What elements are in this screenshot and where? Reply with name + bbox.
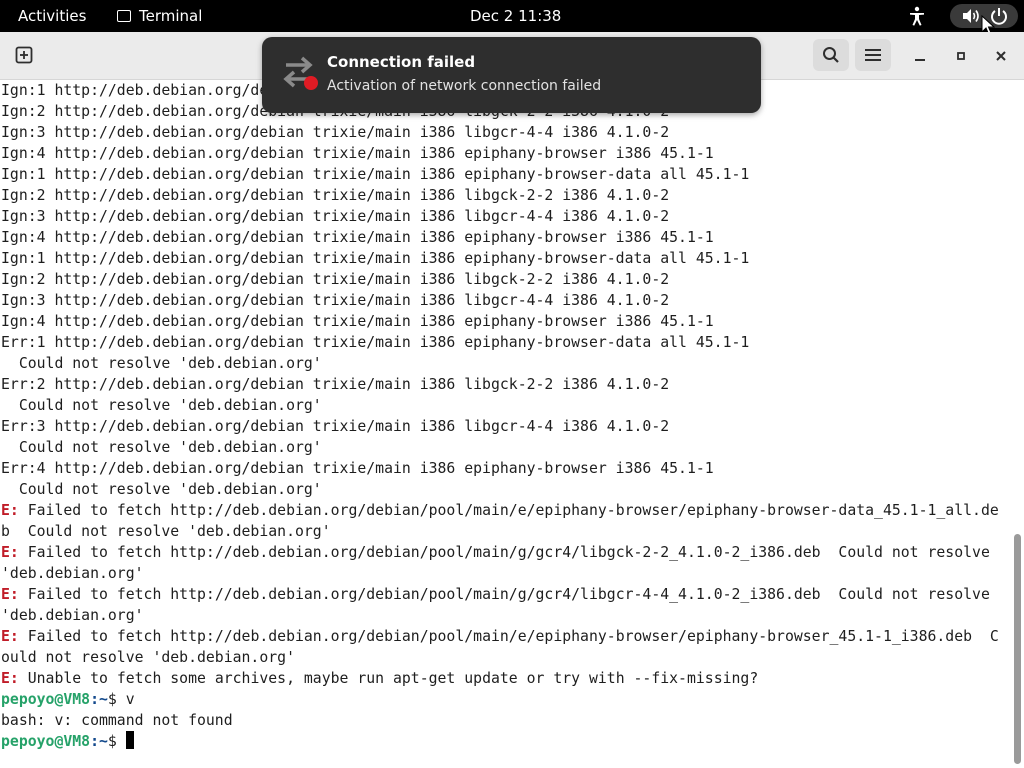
- terminal-line: pepoyo@VM8:~$ v: [1, 689, 999, 710]
- terminal-line: Err:1 http://deb.debian.org/debian trixi…: [1, 332, 999, 353]
- notification-body: Activation of network connection failed: [327, 78, 602, 94]
- top-bar: Activities Terminal Dec 2 11:38: [0, 0, 1024, 36]
- terminal-text: Could not resolve 'deb.debian.org': [1, 481, 322, 498]
- hamburger-menu-icon: [865, 49, 881, 61]
- terminal-text: Could not resolve 'deb.debian.org': [1, 355, 322, 372]
- terminal-text: Could not resolve 'deb.debian.org': [1, 439, 322, 456]
- terminal-text: Ign:4 http://deb.debian.org/debian trixi…: [1, 313, 714, 330]
- terminal-text: Err:3 http://deb.debian.org/debian trixi…: [1, 418, 670, 435]
- terminal-line: pepoyo@VM8:~$: [1, 731, 999, 752]
- terminal-text: Ign:3 http://deb.debian.org/debian trixi…: [1, 292, 670, 309]
- terminal-line: Could not resolve 'deb.debian.org': [1, 395, 999, 416]
- terminal-line: Err:2 http://deb.debian.org/debian trixi…: [1, 374, 999, 395]
- accessibility-icon[interactable]: [907, 5, 927, 27]
- activities-button[interactable]: Activities: [18, 7, 86, 25]
- prompt-user-host: pepoyo@VM8: [1, 691, 91, 708]
- network-error-icon: [283, 56, 318, 90]
- terminal-line: ould not resolve 'deb.debian.org': [1, 647, 999, 668]
- terminal-text: Err:2 http://deb.debian.org/debian trixi…: [1, 376, 670, 393]
- terminal-text: 'deb.debian.org': [1, 607, 144, 624]
- terminal-text: Ign:3 http://deb.debian.org/debian trixi…: [1, 124, 670, 141]
- minimize-button[interactable]: [906, 42, 934, 70]
- scrollbar-thumb[interactable]: [1014, 534, 1021, 764]
- error-prefix: E:: [1, 502, 19, 519]
- error-prefix: E:: [1, 586, 19, 603]
- terminal-text: Ign:1 http://deb.debian.org/debian trixi…: [1, 166, 750, 183]
- terminal-icon: [117, 10, 131, 22]
- terminal-text: Ign:2 http://deb.debian.org/debian trixi…: [1, 187, 670, 204]
- error-prefix: E:: [1, 544, 19, 561]
- new-tab-icon: [15, 46, 33, 64]
- volume-icon: [963, 9, 979, 23]
- terminal-line: Ign:4 http://deb.debian.org/debian trixi…: [1, 227, 999, 248]
- terminal-text: Ign:4 http://deb.debian.org/debian trixi…: [1, 145, 714, 162]
- terminal-line: 'deb.debian.org': [1, 563, 999, 584]
- prompt-user-host: pepoyo@VM8: [1, 733, 91, 750]
- terminal-text: Ign:4 http://deb.debian.org/debian trixi…: [1, 229, 714, 246]
- prompt-path: :~: [90, 733, 108, 750]
- terminal-text: 'deb.debian.org': [1, 565, 144, 582]
- terminal-line: b Could not resolve 'deb.debian.org': [1, 521, 999, 542]
- clock[interactable]: Dec 2 11:38: [470, 7, 561, 25]
- terminal-text: Err:4 http://deb.debian.org/debian trixi…: [1, 460, 714, 477]
- close-icon: [996, 51, 1006, 61]
- terminal-text: Unable to fetch some archives, maybe run…: [18, 670, 759, 687]
- terminal-line: E: Failed to fetch http://deb.debian.org…: [1, 584, 999, 605]
- terminal-line: E: Failed to fetch http://deb.debian.org…: [1, 626, 999, 647]
- terminal-text: Ign:1 http://deb.debian.org/debian trixi…: [1, 250, 750, 267]
- terminal-line: 'deb.debian.org': [1, 605, 999, 626]
- terminal-text: Failed to fetch http://deb.debian.org/de…: [18, 628, 999, 645]
- terminal-text: b Could not resolve 'deb.debian.org': [1, 523, 331, 540]
- close-button[interactable]: [987, 42, 1015, 70]
- terminal-line: Could not resolve 'deb.debian.org': [1, 479, 999, 500]
- terminal-text: Err:1 http://deb.debian.org/debian trixi…: [1, 334, 750, 351]
- terminal-text: Ign:3 http://deb.debian.org/debian trixi…: [1, 208, 670, 225]
- terminal-output[interactable]: Ign:1 http://deb.debian.org/debian trixi…: [0, 80, 1012, 768]
- notification-title: Connection failed: [327, 53, 476, 71]
- app-name: Terminal: [139, 7, 203, 25]
- terminal-line: Err:4 http://deb.debian.org/debian trixi…: [1, 458, 999, 479]
- terminal-line: E: Failed to fetch http://deb.debian.org…: [1, 500, 999, 521]
- terminal-line: Ign:2 http://deb.debian.org/debian trixi…: [1, 185, 999, 206]
- terminal-line: Ign:4 http://deb.debian.org/debian trixi…: [1, 311, 999, 332]
- terminal-line: Ign:3 http://deb.debian.org/debian trixi…: [1, 290, 999, 311]
- new-tab-button[interactable]: [9, 41, 39, 69]
- terminal-line: Ign:3 http://deb.debian.org/debian trixi…: [1, 206, 999, 227]
- terminal-line: E: Unable to fetch some archives, maybe …: [1, 668, 999, 689]
- terminal-text: ould not resolve 'deb.debian.org': [1, 649, 295, 666]
- maximize-icon: [957, 52, 965, 60]
- terminal-line: E: Failed to fetch http://deb.debian.org…: [1, 542, 999, 563]
- terminal-line: Ign:4 http://deb.debian.org/debian trixi…: [1, 143, 999, 164]
- terminal-text: $ v: [107, 691, 135, 708]
- terminal-line: Ign:1 http://deb.debian.org/debian trixi…: [1, 248, 999, 269]
- terminal-line: Ign:1 http://deb.debian.org/debian trixi…: [1, 164, 999, 185]
- search-button[interactable]: [813, 39, 849, 71]
- terminal-line: Ign:3 http://deb.debian.org/debian trixi…: [1, 122, 999, 143]
- terminal-line: Ign:2 http://deb.debian.org/debian trixi…: [1, 269, 999, 290]
- terminal-text: Failed to fetch http://deb.debian.org/de…: [18, 586, 990, 603]
- terminal-text: Ign:2 http://deb.debian.org/debian trixi…: [1, 271, 670, 288]
- prompt-path: :~: [90, 691, 108, 708]
- error-prefix: E:: [1, 670, 19, 687]
- minimize-icon: [915, 59, 925, 61]
- search-icon: [823, 47, 839, 63]
- main-menu-button[interactable]: [855, 39, 891, 71]
- text-cursor: [125, 731, 134, 749]
- terminal-text: Failed to fetch http://deb.debian.org/de…: [18, 544, 990, 561]
- terminal-text: bash: v: command not found: [1, 712, 233, 729]
- terminal-text: $: [107, 733, 126, 750]
- maximize-button[interactable]: [947, 42, 975, 70]
- terminal-text: Could not resolve 'deb.debian.org': [1, 397, 322, 414]
- error-prefix: E:: [1, 628, 19, 645]
- notification-banner[interactable]: Connection failed Activation of network …: [262, 37, 761, 113]
- terminal-line: Could not resolve 'deb.debian.org': [1, 437, 999, 458]
- terminal-line: bash: v: command not found: [1, 710, 999, 731]
- terminal-line: Could not resolve 'deb.debian.org': [1, 353, 999, 374]
- terminal-text: Failed to fetch http://deb.debian.org/de…: [18, 502, 999, 519]
- app-menu[interactable]: Terminal: [117, 7, 202, 25]
- terminal-line: Err:3 http://deb.debian.org/debian trixi…: [1, 416, 999, 437]
